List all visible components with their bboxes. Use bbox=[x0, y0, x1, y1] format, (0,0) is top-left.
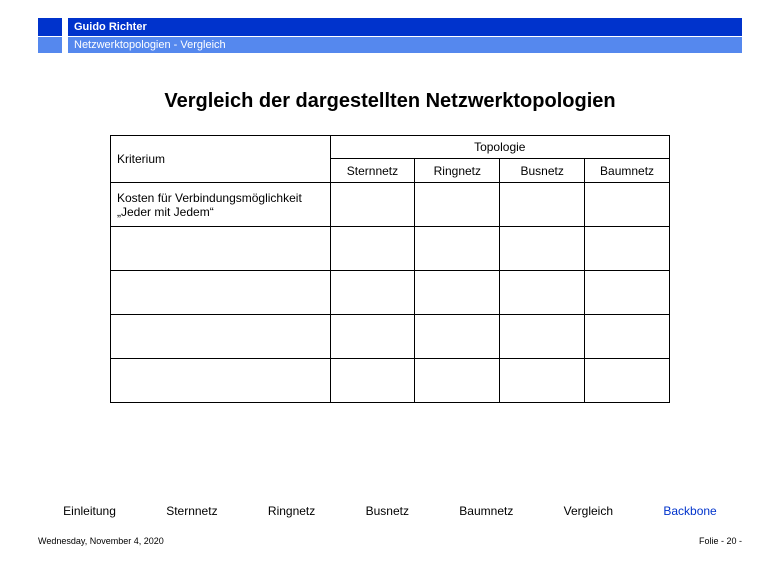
author-bar: Guido Richter bbox=[68, 18, 742, 36]
cell bbox=[500, 183, 585, 227]
criterion-row-2 bbox=[111, 271, 331, 315]
cell bbox=[330, 183, 415, 227]
col-ringnetz: Ringnetz bbox=[415, 159, 500, 183]
nav-busnetz[interactable]: Busnetz bbox=[366, 504, 409, 518]
breadcrumb: Netzwerktopologien - Vergleich bbox=[74, 39, 226, 51]
cell bbox=[330, 227, 415, 271]
bottom-nav: Einleitung Sternnetz Ringnetz Busnetz Ba… bbox=[38, 504, 742, 518]
nav-sternnetz[interactable]: Sternnetz bbox=[166, 504, 217, 518]
cell bbox=[585, 227, 670, 271]
cell bbox=[415, 359, 500, 403]
header-accent-box-1 bbox=[38, 18, 62, 36]
footer-date: Wednesday, November 4, 2020 bbox=[38, 536, 164, 546]
cell bbox=[500, 359, 585, 403]
cell bbox=[585, 271, 670, 315]
nav-baumnetz[interactable]: Baumnetz bbox=[459, 504, 513, 518]
footer-folio: Folie - 20 - bbox=[699, 536, 742, 546]
cell bbox=[330, 315, 415, 359]
col-baumnetz: Baumnetz bbox=[585, 159, 670, 183]
nav-vergleich[interactable]: Vergleich bbox=[564, 504, 613, 518]
criterion-header: Kriterium bbox=[111, 136, 331, 183]
criterion-row-3 bbox=[111, 315, 331, 359]
header-accent-box-3 bbox=[38, 54, 62, 64]
breadcrumb-bar: Netzwerktopologien - Vergleich bbox=[68, 37, 742, 53]
comparison-table: Kriterium Topologie Sternnetz Ringnetz B… bbox=[110, 135, 670, 403]
author-name: Guido Richter bbox=[74, 21, 147, 33]
nav-backbone[interactable]: Backbone bbox=[663, 504, 716, 518]
cell bbox=[500, 315, 585, 359]
col-busnetz: Busnetz bbox=[500, 159, 585, 183]
cell bbox=[585, 183, 670, 227]
cell bbox=[415, 183, 500, 227]
cell bbox=[415, 227, 500, 271]
cell bbox=[330, 271, 415, 315]
header-accent-box-2 bbox=[38, 37, 62, 53]
criterion-row-0: Kosten für Verbindungsmöglichkeit „Jeder… bbox=[111, 183, 331, 227]
nav-ringnetz[interactable]: Ringnetz bbox=[268, 504, 315, 518]
cell bbox=[500, 271, 585, 315]
cell bbox=[585, 315, 670, 359]
nav-einleitung[interactable]: Einleitung bbox=[63, 504, 116, 518]
criterion-row-1 bbox=[111, 227, 331, 271]
cell bbox=[415, 271, 500, 315]
cell bbox=[500, 227, 585, 271]
topology-header: Topologie bbox=[330, 136, 669, 159]
cell bbox=[415, 315, 500, 359]
header-spacer bbox=[68, 54, 742, 64]
criterion-row-4 bbox=[111, 359, 331, 403]
slide-title: Vergleich der dargestellten Netzwerktopo… bbox=[38, 90, 742, 113]
cell bbox=[330, 359, 415, 403]
col-sternnetz: Sternnetz bbox=[330, 159, 415, 183]
cell bbox=[585, 359, 670, 403]
